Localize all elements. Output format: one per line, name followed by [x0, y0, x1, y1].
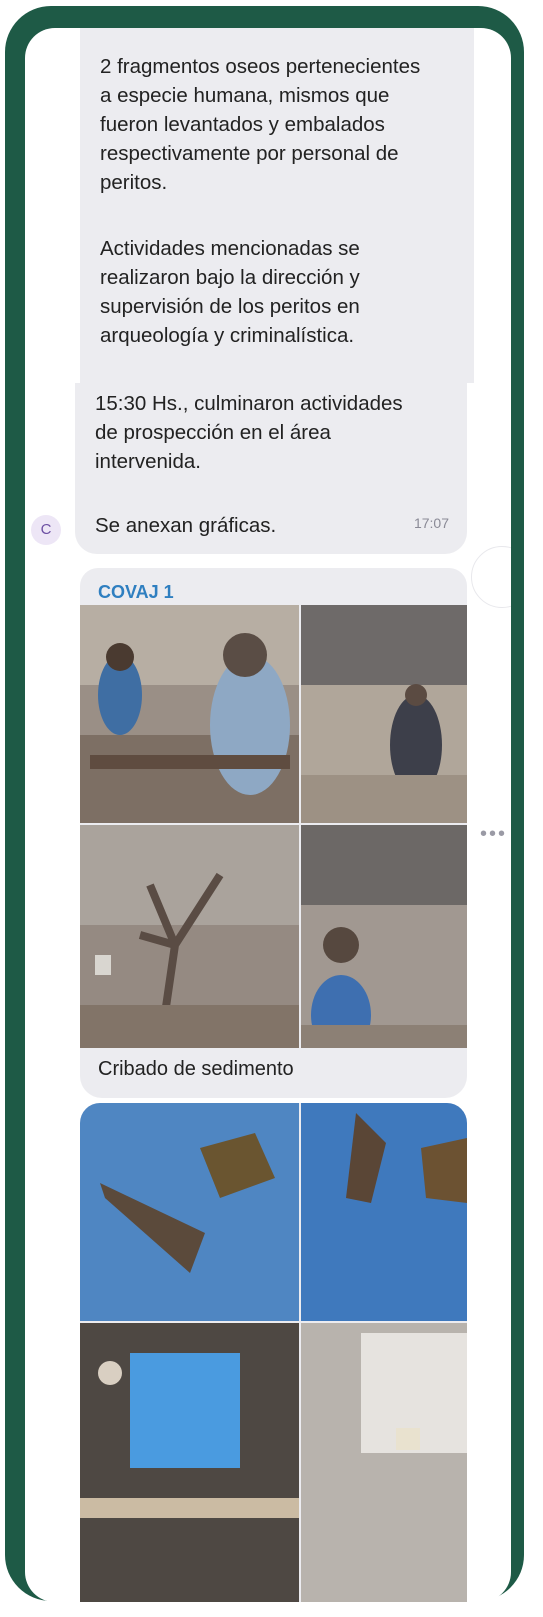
message-bubble-report[interactable]: 2 fragmentos oseos pertenecientes a espe… [80, 28, 474, 383]
photo-bone-closeup [301, 1103, 467, 1321]
photo-people-working [80, 605, 299, 823]
photo-sieve-table [80, 1323, 299, 1602]
message-paragraph-3: 15:30 Hs., culminaron actividades de pro… [95, 389, 445, 476]
photo-tent-area [301, 605, 467, 823]
text-line: realizaron bajo la dirección y [100, 266, 360, 289]
text-line: a especie humana, mismos que [100, 84, 390, 107]
album-photo-4[interactable] [301, 825, 467, 1048]
message-paragraph-1: 2 fragmentos oseos pertenecientes a espe… [100, 52, 460, 197]
text-line: arqueología y criminalística. [100, 324, 355, 347]
album2-photo-3[interactable] [80, 1323, 299, 1602]
message-paragraph-2: Actividades mencionadas se realizaron ba… [100, 234, 460, 350]
message-timestamp: 17:07 [413, 515, 449, 531]
text-line: de prospección en el área [95, 421, 331, 444]
chat-screen[interactable]: 2 fragmentos oseos pertenecientes a espe… [25, 28, 511, 1602]
album-photo-2[interactable] [301, 605, 467, 823]
text-line: fueron levantados y embalados [100, 113, 385, 136]
text-line: respectivamente por personal de [100, 142, 399, 165]
photo-bone-fragments [80, 1103, 299, 1321]
photo-album-message-2[interactable] [80, 1103, 467, 1602]
sender-name[interactable]: COVAJ 1 [98, 582, 174, 603]
reaction-button[interactable] [471, 546, 511, 608]
device-frame: 2 fragmentos oseos pertenecientes a espe… [5, 6, 524, 1602]
text-line: Actividades mencionadas se [100, 237, 360, 260]
photo-dry-tree [80, 825, 299, 1048]
album2-photo-2[interactable] [301, 1103, 467, 1321]
text-line: supervisión de los peritos en [100, 295, 360, 318]
album-photo-1[interactable] [80, 605, 299, 823]
message-bubble-closing[interactable]: 15:30 Hs., culminaron actividades de pro… [75, 383, 467, 554]
album2-photo-1[interactable] [80, 1103, 299, 1321]
photo-workers-under-tent [301, 825, 467, 1048]
text-line: peritos. [100, 171, 168, 194]
text-line: 15:30 Hs., culminaron actividades [95, 392, 403, 415]
album2-photo-4[interactable] [301, 1323, 467, 1602]
message-closing-line: Se anexan gráficas. [95, 514, 277, 537]
album-caption: Cribado de sedimento [98, 1058, 294, 1080]
text-line: intervenida. [95, 450, 201, 473]
photo-album-message[interactable]: COVAJ 1 Cribado de sedimento [80, 568, 467, 1098]
avatar[interactable]: C [31, 515, 61, 545]
ellipsis-icon[interactable]: ••• [480, 823, 507, 846]
album-photo-3[interactable] [80, 825, 299, 1048]
photo-evidence-marker [301, 1323, 467, 1602]
text-line: 2 fragmentos oseos pertenecientes [100, 55, 421, 78]
